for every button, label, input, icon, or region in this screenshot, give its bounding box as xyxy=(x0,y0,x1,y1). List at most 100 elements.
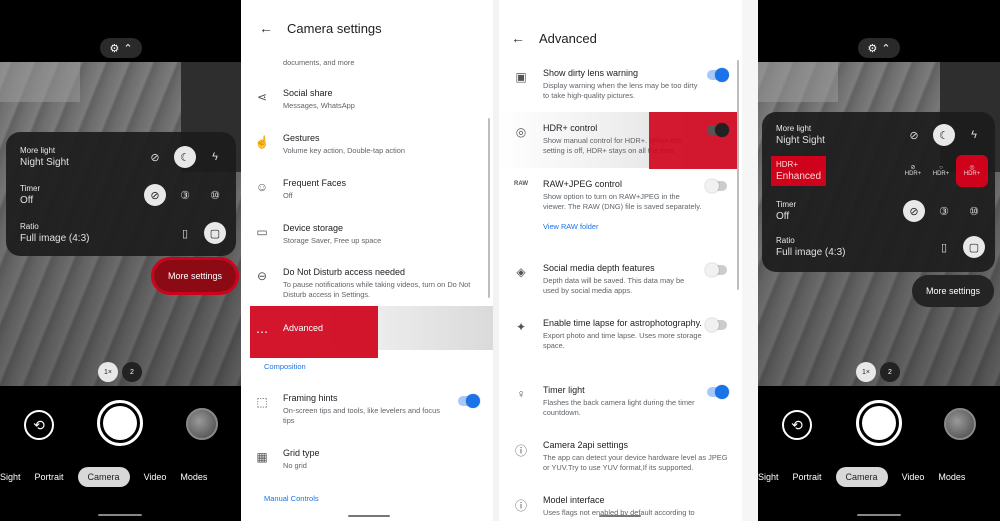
night-sight-auto-icon[interactable]: ☾ xyxy=(933,124,955,146)
ratio-16-9-icon[interactable]: ▯ xyxy=(174,222,196,244)
flash-icon[interactable]: ϟ xyxy=(963,124,985,146)
mode-portrait[interactable]: Portrait xyxy=(35,472,64,482)
gallery-thumbnail[interactable] xyxy=(944,408,976,440)
hdr-on-label: HDR+ xyxy=(932,171,950,177)
settings-item-frequent-faces[interactable]: ☺ Frequent Faces Off xyxy=(241,178,493,201)
section-manual-controls: Manual Controls xyxy=(264,494,319,503)
shutter-button[interactable] xyxy=(856,400,902,446)
ratio-16-9-icon[interactable]: ▯ xyxy=(933,236,955,258)
switch-camera-icon[interactable]: ⟲ xyxy=(782,410,812,440)
item-title: Timer light xyxy=(543,385,585,395)
mode-camera[interactable]: Camera xyxy=(77,467,130,487)
item-sub: Show option to turn on RAW+JPEG in the v… xyxy=(543,192,702,211)
timer-3s-icon[interactable]: ③ xyxy=(933,200,955,222)
sparkle-icon: ✦ xyxy=(515,320,527,334)
item-title: Grid type xyxy=(283,448,320,458)
item-title: Model interface xyxy=(543,495,605,505)
gallery-thumbnail[interactable] xyxy=(186,408,218,440)
zoom-1x-button[interactable]: 1× xyxy=(98,362,118,382)
ratio-4-3-icon[interactable]: ▢ xyxy=(963,236,985,258)
mode-camera[interactable]: Camera xyxy=(835,467,888,487)
zoom-1x-button[interactable]: 1× xyxy=(856,362,876,382)
item-title: Gestures xyxy=(283,133,320,143)
preview-highlight xyxy=(0,62,80,102)
settings-item-social-share[interactable]: ⋖ Social share Messages, WhatsApp xyxy=(241,88,493,111)
hdr-off-icon[interactable]: ⊘ HDR+ xyxy=(903,160,923,182)
shutter-button[interactable] xyxy=(97,400,143,446)
gesture-bar xyxy=(98,514,142,516)
night-sight-auto-icon[interactable]: ☾ xyxy=(174,146,196,168)
scrollbar[interactable] xyxy=(737,60,739,290)
timer-value: Off xyxy=(20,195,34,206)
lightbulb-icon: ♀ xyxy=(516,387,526,401)
timer-light-toggle[interactable] xyxy=(707,385,729,399)
framing-hints-toggle[interactable] xyxy=(458,394,480,408)
chevron-up-icon: ⌃ xyxy=(123,42,133,55)
timer-off-icon[interactable]: ⊘ xyxy=(144,184,166,206)
item-sub: Depth data will be saved. This data may … xyxy=(543,276,685,295)
zoom-2x-button[interactable]: 2 xyxy=(880,362,900,382)
mode-portrait[interactable]: Portrait xyxy=(793,472,822,482)
settings-item-advanced[interactable]: ⋯ Advanced xyxy=(241,323,493,339)
astro-timelapse-toggle[interactable] xyxy=(705,318,727,332)
item-title: Framing hints xyxy=(283,393,338,403)
more-icon: ⋯ xyxy=(256,325,268,339)
dirty-lens-toggle[interactable] xyxy=(707,68,729,82)
settings-toggle-pill[interactable]: ⚙ ⌃ xyxy=(858,38,900,58)
gesture-icon: ☝ xyxy=(254,135,270,149)
ratio-row: Ratio Full image (4:3) ▯ ▢ xyxy=(20,216,226,250)
more-settings-button[interactable]: More settings xyxy=(912,275,994,307)
mode-night-sight[interactable]: ht Sight xyxy=(0,472,21,482)
timer-10s-icon[interactable]: ⑩ xyxy=(204,184,226,206)
hdr-icon: ◎ xyxy=(515,125,527,139)
item-title: Enable time lapse for astrophotography. xyxy=(543,318,702,328)
app-bar: ← Camera settings xyxy=(241,0,493,56)
ratio-4-3-icon[interactable]: ▢ xyxy=(204,222,226,244)
raw-jpeg-toggle[interactable] xyxy=(705,179,727,193)
more-light-value: Night Sight xyxy=(776,135,825,146)
settings-toggle-pill[interactable]: ⚙ ⌃ xyxy=(100,38,142,58)
settings-item-device-storage[interactable]: ▭ Device storage Storage Saver, Free up … xyxy=(241,223,493,246)
item-sub: Storage Saver, Free up space xyxy=(283,236,382,245)
timer-3s-icon[interactable]: ③ xyxy=(174,184,196,206)
back-arrow-icon[interactable]: ← xyxy=(259,20,273,36)
mode-video[interactable]: Video xyxy=(902,472,925,482)
advanced-item-camera2api[interactable]: ⓘ Camera 2api settings The app can detec… xyxy=(499,440,742,473)
timer-title: Timer xyxy=(776,200,797,209)
zoom-2x-button[interactable]: 2 xyxy=(122,362,142,382)
partial-item: documents, and more xyxy=(241,58,493,68)
more-settings-button[interactable]: More settings xyxy=(151,257,239,295)
mode-night-sight[interactable]: ht Sight xyxy=(758,472,779,482)
social-depth-toggle[interactable] xyxy=(705,263,727,277)
scrollbar[interactable] xyxy=(488,118,490,298)
hdr-on-icon[interactable]: ○ HDR+ xyxy=(931,160,951,182)
item-sub: Flashes the back camera light during the… xyxy=(543,398,695,417)
settings-item-framing-hints[interactable]: ⬚ Framing hints On-screen tips and tools… xyxy=(241,393,493,426)
timer-row: Timer Off ⊘ ③ ⑩ xyxy=(20,178,226,212)
advanced-item-timer-light[interactable]: ♀ Timer light Flashes the back camera li… xyxy=(499,385,742,418)
item-sub: Display warning when the lens may be too… xyxy=(543,81,698,100)
item-title: RAW+JPEG control xyxy=(543,179,622,189)
flash-icon[interactable]: ϟ xyxy=(204,146,226,168)
dnd-icon: ⊖ xyxy=(256,269,268,283)
capture-controls: ⟲ xyxy=(0,400,241,448)
switch-camera-icon[interactable]: ⟲ xyxy=(24,410,54,440)
timer-10s-icon[interactable]: ⑩ xyxy=(963,200,985,222)
mode-modes[interactable]: Modes xyxy=(938,472,965,482)
view-raw-folder-link[interactable]: View RAW folder xyxy=(543,222,702,231)
settings-item-grid-type[interactable]: ▦ Grid type No grid xyxy=(241,448,493,471)
item-title: Show dirty lens warning xyxy=(543,68,639,78)
settings-item-dnd[interactable]: ⊖ Do Not Disturb access needed To pause … xyxy=(241,267,493,300)
hdr-control-toggle[interactable] xyxy=(707,123,729,137)
advanced-item-dirty-lens[interactable]: ▣ Show dirty lens warning Display warnin… xyxy=(499,68,742,101)
settings-item-gestures[interactable]: ☝ Gestures Volume key action, Double-tap… xyxy=(241,133,493,156)
off-icon[interactable]: ⊘ xyxy=(144,146,166,168)
hdr-enhanced-icon[interactable]: ◎ HDR+ xyxy=(956,155,988,187)
timer-off-icon[interactable]: ⊘ xyxy=(903,200,925,222)
mode-video[interactable]: Video xyxy=(144,472,167,482)
off-icon[interactable]: ⊘ xyxy=(903,124,925,146)
timer-row: Timer Off ⊘ ③ ⑩ xyxy=(776,194,985,228)
back-arrow-icon[interactable]: ← xyxy=(511,30,525,46)
mode-modes[interactable]: Modes xyxy=(180,472,207,482)
camera-viewfinder-left: ⚙ ⌃ More light Night Sight ⊘ ☾ ϟ Timer O… xyxy=(0,0,241,521)
